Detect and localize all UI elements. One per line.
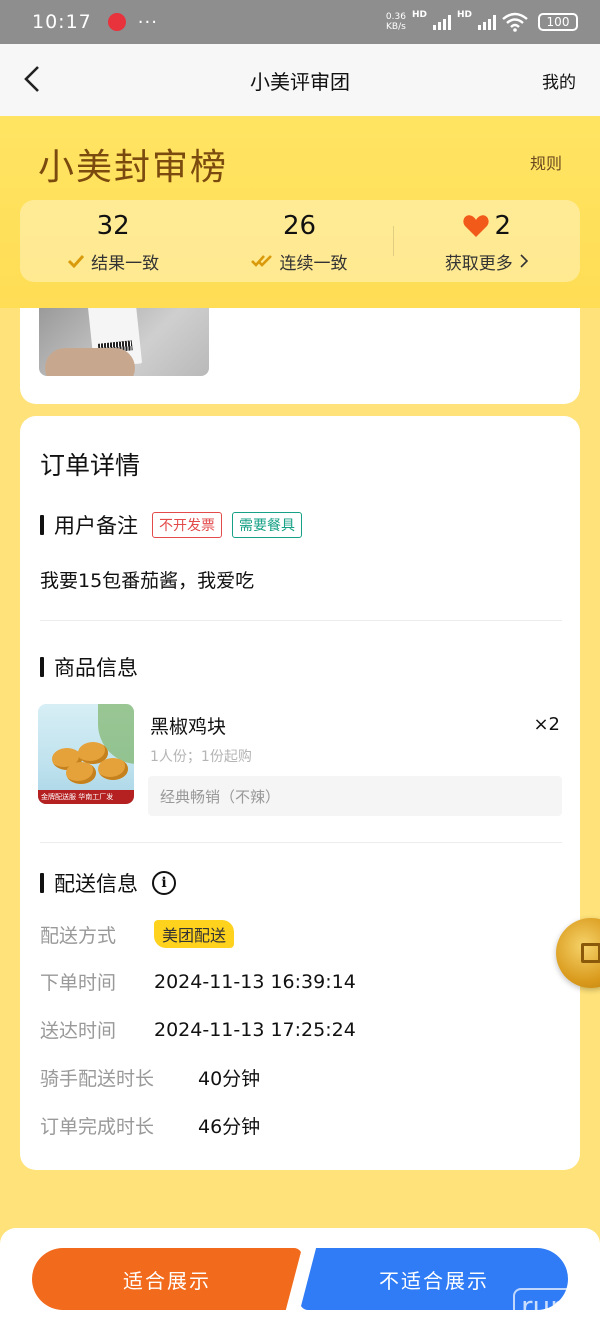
stat-result-match: 32 结果一致 xyxy=(20,209,206,274)
remark-heading: 用户备注 不开发票 需要餐具 xyxy=(40,510,302,540)
product-quantity: ×2 xyxy=(533,714,560,735)
product-spec: 经典畅销（不辣） xyxy=(148,776,562,816)
divider xyxy=(40,842,562,843)
order-title: 订单详情 xyxy=(40,451,141,480)
delivery-method-badge: 美团配送 xyxy=(154,920,235,948)
rules-link[interactable]: 规则 xyxy=(530,150,562,174)
status-bar: 10:17 ··· 0.36 KB/s HD HD 100 xyxy=(0,0,600,44)
product-name: 黑椒鸡块 xyxy=(150,716,227,738)
rider-duration-row: 骑手配送时长 40分钟 xyxy=(40,1068,261,1090)
chevron-right-icon xyxy=(520,254,528,268)
tag-no-invoice: 不开发票 xyxy=(152,512,222,538)
completion-duration-row: 订单完成时长 46分钟 xyxy=(40,1116,261,1138)
delivery-method-row: 配送方式 美团配送 xyxy=(40,920,235,948)
brand-title: 小美封审榜 xyxy=(38,147,229,188)
stat-streak: 26 连续一致 xyxy=(206,209,392,274)
net-speed: 0.36 KB/s xyxy=(385,12,406,32)
stats-panel: 32 结果一致 26 连续一致 2 获取更多 xyxy=(20,200,580,282)
double-check-icon xyxy=(251,255,273,267)
check-icon xyxy=(68,254,85,268)
stat-get-more[interactable]: 2 获取更多 xyxy=(394,209,580,274)
hero-banner: 小美封审榜 规则 32 结果一致 26 连续一致 2 获取更多 xyxy=(0,116,600,308)
signal-icon xyxy=(478,14,496,30)
notification-app-icon xyxy=(107,13,126,31)
hd-badge: HD xyxy=(456,10,472,20)
heart-icon xyxy=(462,214,489,237)
approve-button[interactable]: 适合展示 xyxy=(32,1248,302,1310)
product-portion: 1人份；1份起购 xyxy=(150,749,252,765)
my-link[interactable]: 我的 xyxy=(542,68,576,93)
more-notifications-icon: ··· xyxy=(137,11,158,33)
order-details-card: 订单详情 用户备注 不开发票 需要餐具 我要15包番茄酱，我爱吃 商品信息 金牌… xyxy=(20,416,580,1170)
order-time-row: 下单时间 2024-11-13 16:39:14 xyxy=(40,970,356,995)
receipt-image-card xyxy=(20,308,580,404)
tag-need-utensils: 需要餐具 xyxy=(232,512,302,538)
status-right: 0.36 KB/s HD HD 100 xyxy=(385,10,578,32)
wifi-icon xyxy=(502,12,528,32)
delivery-heading: 配送信息 i xyxy=(40,868,176,898)
nav-bar: 小美评审团 我的 xyxy=(0,44,600,116)
delivered-time-row: 送达时间 2024-11-13 17:25:24 xyxy=(40,1018,356,1043)
product-heading: 商品信息 xyxy=(40,652,138,682)
watermark-logo: run xyxy=(512,1288,576,1325)
page-title: 小美评审团 xyxy=(250,69,350,94)
divider xyxy=(40,620,562,621)
info-icon[interactable]: i xyxy=(152,871,176,895)
product-image[interactable]: 金牌配送服 华南工厂发 xyxy=(38,704,134,804)
receipt-photo[interactable] xyxy=(39,308,209,376)
signal-icon xyxy=(432,14,451,30)
user-remark: 我要15包番茄酱，我爱吃 xyxy=(40,570,255,592)
status-time: 10:17 xyxy=(32,11,92,33)
action-bar: 适合展示 不适合展示 run xyxy=(0,1228,600,1333)
hd-badge: HD xyxy=(411,10,427,20)
chevron-left-icon[interactable] xyxy=(20,64,50,94)
battery-icon: 100 xyxy=(538,13,578,31)
